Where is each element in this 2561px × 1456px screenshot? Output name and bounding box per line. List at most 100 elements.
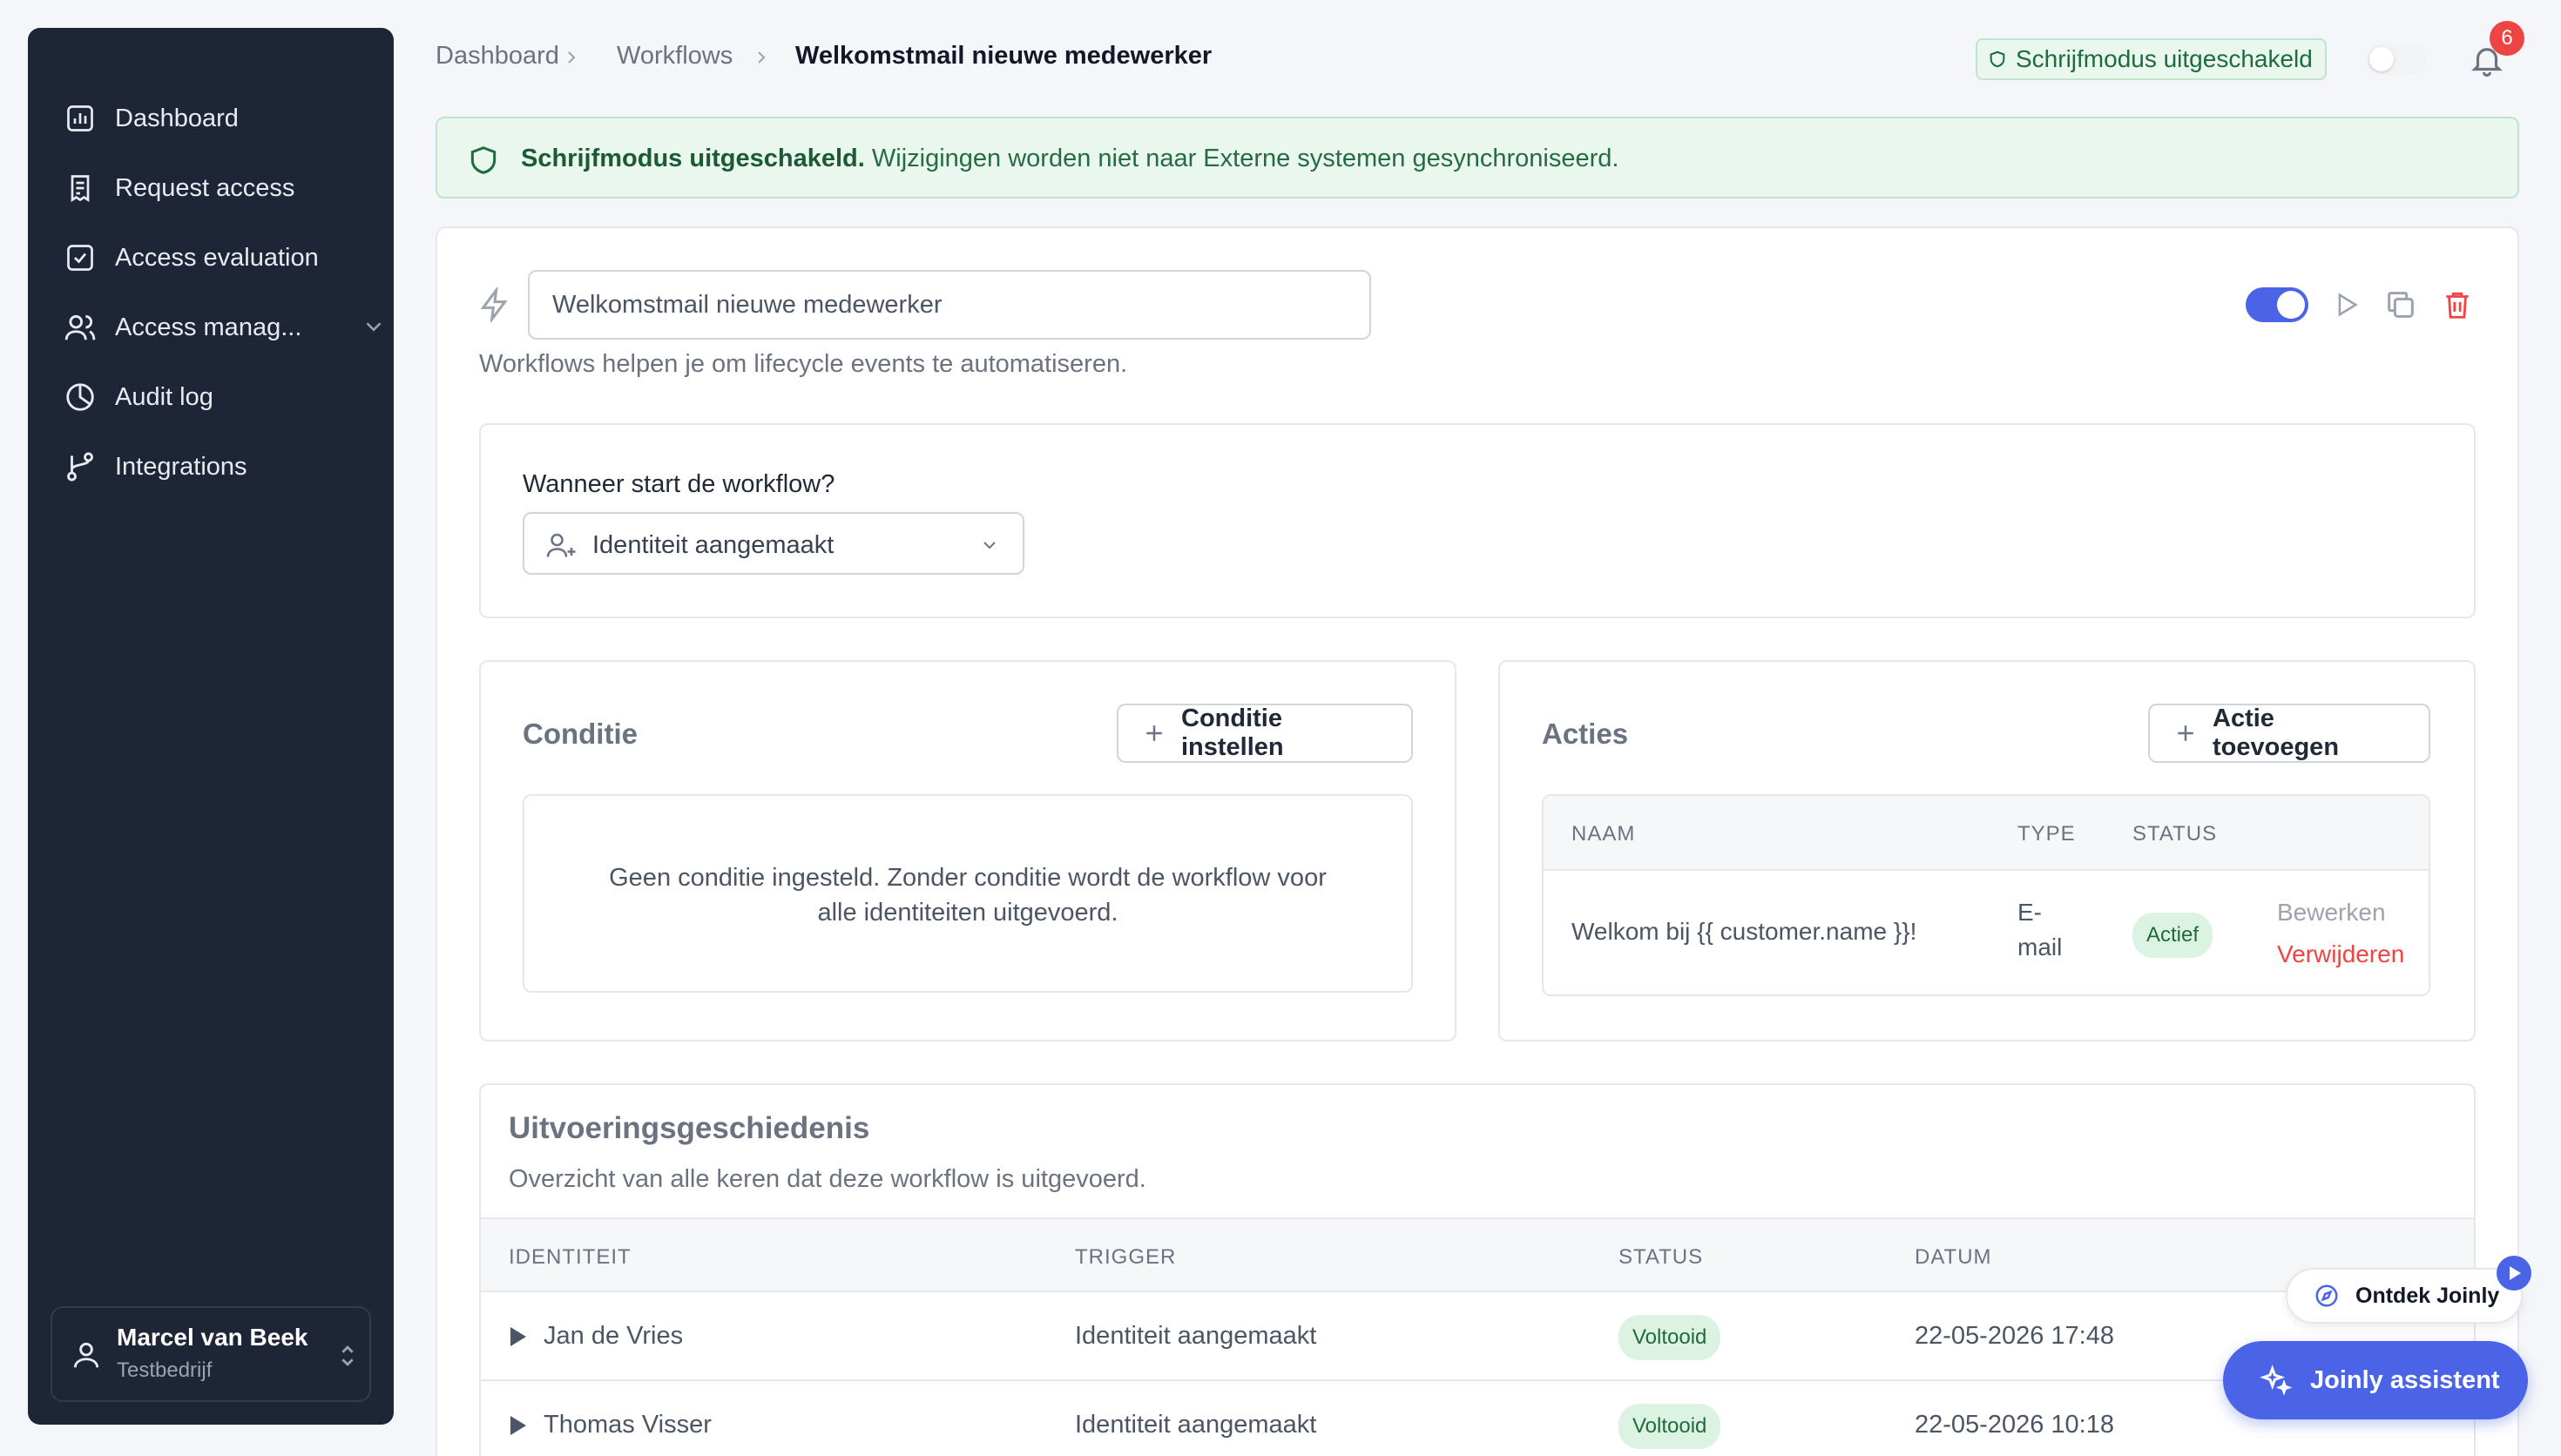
- column-header: STATUS: [2132, 822, 2218, 846]
- compass-icon: [2314, 1283, 2340, 1309]
- column-header: STATUS: [1618, 1245, 1704, 1269]
- condition-empty-state: Geen conditie ingesteld. Zonder conditie…: [523, 794, 1413, 993]
- banner-title: Schrijfmodus uitgeschakeld.: [521, 145, 865, 172]
- sidebar-item-integrations[interactable]: Integrations: [63, 441, 247, 493]
- set-condition-label: Conditie instellen: [1181, 704, 1284, 761]
- chevron-down-icon[interactable]: [361, 313, 387, 340]
- condition-empty-line: Geen conditie ingesteld. Zonder conditie…: [609, 864, 1327, 892]
- sidebar-item-label: Access manag...: [115, 313, 302, 341]
- sidebar-item-label: Dashboard: [115, 104, 239, 132]
- status-badge: Voltooid: [1618, 1404, 1721, 1449]
- users-icon: [63, 310, 98, 345]
- history-date: 22-05-2026 17:48: [1915, 1322, 2114, 1350]
- sidebar-item-label: Access evaluation: [115, 243, 319, 272]
- trash-icon[interactable]: [2441, 287, 2474, 322]
- chevron-right-icon: [751, 45, 772, 70]
- banner-text: Wijzigingen worden niet naar Externe sys…: [864, 145, 1619, 172]
- actions-title: Acties: [1542, 718, 1629, 750]
- notification-count-badge: 6: [2490, 21, 2524, 56]
- checkbox-icon: [63, 240, 98, 275]
- trigger-label: Wanneer start de workflow?: [523, 470, 835, 498]
- history-identity: Jan de Vries: [544, 1322, 684, 1350]
- write-mode-label: Schrijfmodus uitgeschakeld: [2016, 45, 2313, 72]
- user-organization: Testbedrijf: [117, 1358, 213, 1382]
- sidebar-item-label: Audit log: [115, 382, 213, 411]
- sidebar-item-dashboard[interactable]: Dashboard: [63, 92, 239, 145]
- joinly-assistant-button[interactable]: Joinly assistent: [2223, 1341, 2528, 1419]
- sidebar: Dashboard Request access Access evaluati…: [28, 28, 394, 1425]
- sparkles-icon: [2258, 1363, 2293, 1398]
- chevron-up-down-icon: [336, 1341, 359, 1371]
- sidebar-item-request-access[interactable]: Request access: [63, 162, 294, 214]
- user-plus-icon: [544, 529, 578, 561]
- plus-icon: [2172, 720, 2199, 746]
- table-row[interactable]: Thomas Visser Identiteit aangemaakt Volt…: [481, 1381, 2474, 1456]
- workflow-description: Workflows helpen je om lifecycle events …: [479, 350, 1128, 378]
- history-trigger: Identiteit aangemaakt: [1075, 1411, 1317, 1439]
- add-action-label: Actie toevoegen: [2213, 704, 2340, 761]
- bar-chart-icon: [63, 101, 98, 136]
- action-type: E-: [2017, 899, 2042, 926]
- condition-empty-line: alle identiteiten uitgevoerd.: [817, 899, 1118, 927]
- expand-triangle-icon[interactable]: [509, 1325, 528, 1348]
- sidebar-item-access-evaluation[interactable]: Access evaluation: [63, 232, 319, 284]
- workflow-name-input[interactable]: [528, 270, 1371, 340]
- edit-action-link[interactable]: Bewerken: [2277, 899, 2386, 927]
- table-header: IDENTITEIT TRIGGER STATUS DATUM: [481, 1217, 2474, 1292]
- git-branch-icon: [63, 449, 98, 484]
- sidebar-item-label: Request access: [115, 173, 295, 202]
- history-identity: Thomas Visser: [544, 1411, 712, 1439]
- banner-message: Schrijfmodus uitgeschakeld. Wijzigingen …: [521, 145, 1618, 173]
- sidebar-item-audit-log[interactable]: Audit log: [63, 371, 213, 423]
- user-switcher[interactable]: Marcel van Beek Testbedrijf: [51, 1306, 371, 1402]
- write-mode-toggle[interactable]: [2366, 44, 2427, 75]
- chevron-right-icon: [561, 45, 582, 70]
- copy-icon[interactable]: [2383, 287, 2418, 322]
- status-badge: Voltooid: [1618, 1315, 1721, 1360]
- sidebar-item-label: Integrations: [115, 452, 247, 481]
- pie-chart-icon: [63, 380, 98, 415]
- joinly-assistant-label: Joinly assistent: [2310, 1365, 2500, 1394]
- column-header: IDENTITEIT: [509, 1245, 632, 1269]
- user-icon: [70, 1338, 103, 1372]
- document-icon: [63, 171, 98, 206]
- write-mode-badge: Schrijfmodus uitgeschakeld: [1976, 38, 2327, 80]
- discover-joinly-button[interactable]: Ontdek Joinly: [2286, 1268, 2523, 1324]
- history-trigger: Identiteit aangemaakt: [1075, 1322, 1317, 1350]
- action-name: Welkom bij {{ customer.name }}!: [1571, 918, 1917, 945]
- add-action-button[interactable]: Actie toevoegen: [2148, 704, 2430, 763]
- actions-table: NAAM TYPE STATUS Welkom bij {{ customer.…: [1542, 794, 2430, 996]
- history-date: 22-05-2026 10:18: [1915, 1411, 2114, 1439]
- discover-joinly-label: Ontdek Joinly: [2355, 1283, 2500, 1308]
- table-header: NAAM TYPE STATUS: [1544, 796, 2429, 871]
- set-condition-button[interactable]: Conditie instellen: [1117, 704, 1413, 763]
- condition-title: Conditie: [523, 718, 638, 750]
- action-type: mail: [2017, 934, 2063, 961]
- play-icon[interactable]: [2331, 287, 2361, 322]
- shield-icon: [1988, 48, 2007, 71]
- expand-triangle-icon[interactable]: [509, 1414, 528, 1437]
- column-header: NAAM: [1571, 822, 1636, 846]
- play-icon[interactable]: [2497, 1256, 2531, 1291]
- delete-action-link[interactable]: Verwijderen: [2277, 940, 2404, 968]
- trigger-select[interactable]: Identiteit aangemaakt: [523, 512, 1024, 575]
- lightning-icon: [477, 287, 512, 322]
- plus-icon: [1141, 720, 1167, 746]
- table-row[interactable]: Jan de Vries Identiteit aangemaakt Volto…: [481, 1292, 2474, 1381]
- shield-icon: [467, 143, 500, 178]
- history-title: Uitvoeringsgeschiedenis: [509, 1111, 870, 1145]
- column-header: TYPE: [2017, 822, 2076, 846]
- trigger-select-value: Identiteit aangemaakt: [592, 531, 835, 559]
- breadcrumb-current: Welkomstmail nieuwe medewerker: [795, 42, 1213, 70]
- status-badge: Actief: [2132, 913, 2213, 958]
- history-subtitle: Overzicht van alle keren dat deze workfl…: [509, 1165, 1146, 1193]
- breadcrumb-dashboard[interactable]: Dashboard: [436, 42, 559, 71]
- user-name: Marcel van Beek: [117, 1324, 308, 1351]
- chevron-down-icon: [979, 535, 1000, 556]
- sidebar-item-access-management[interactable]: Access manag...: [63, 301, 394, 354]
- workflow-enabled-toggle[interactable]: [2246, 287, 2308, 322]
- column-header: TRIGGER: [1075, 1245, 1177, 1269]
- breadcrumb-workflows[interactable]: Workflows: [617, 42, 733, 71]
- write-mode-banner: Schrijfmodus uitgeschakeld. Wijzigingen …: [436, 117, 2519, 199]
- column-header: DATUM: [1915, 1245, 1992, 1269]
